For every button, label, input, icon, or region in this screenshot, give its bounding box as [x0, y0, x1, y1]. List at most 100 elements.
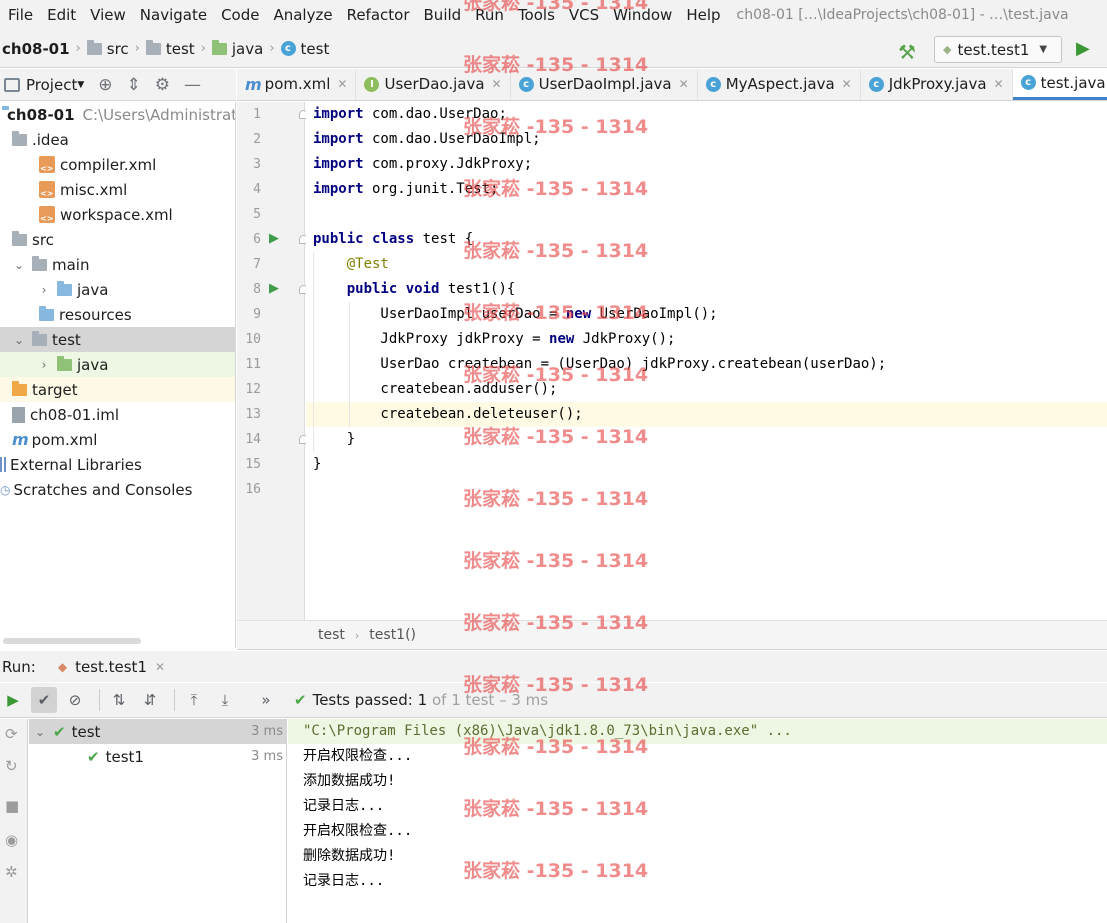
tree-row[interactable]: misc.xml [0, 177, 235, 202]
editor-tab[interactable]: c JdkProxy.java ✕ [861, 69, 1013, 100]
test-tree-row-method[interactable]: ✔ test1 3 ms [29, 744, 287, 769]
tree-row[interactable]: resources [0, 302, 235, 327]
rerun-icon[interactable]: ▶ [0, 687, 26, 713]
tree-row[interactable]: › java [0, 277, 235, 302]
line-number: 16 [245, 482, 261, 497]
editor-tab[interactable]: c MyAspect.java ✕ [698, 69, 861, 100]
menu-view[interactable]: View [82, 6, 132, 24]
test-tree-row-suite[interactable]: ⌄ ✔ test 3 ms [29, 719, 287, 744]
tree-row[interactable]: External Libraries [0, 452, 235, 477]
build-hammer-icon[interactable]: ⚒ [898, 40, 916, 64]
close-icon[interactable]: ✕ [155, 660, 165, 674]
more-chevron-icon[interactable]: » [253, 687, 279, 713]
run-tab[interactable]: ◆ test.test1 ✕ [58, 658, 165, 676]
tree-row[interactable]: target [0, 377, 235, 402]
code-editor[interactable]: import com.dao.UserDao; import com.dao.Us… [306, 102, 1107, 620]
chevron-right-icon[interactable]: › [37, 283, 51, 297]
breadcrumb-java[interactable]: java [211, 39, 263, 58]
breadcrumb-test-class[interactable]: c test [280, 40, 329, 58]
locate-crosshair-icon[interactable]: ⊕ [98, 75, 112, 95]
code-line: JdkProxy jdkProxy = new JdkProxy(); [306, 327, 1107, 352]
tree-row[interactable]: m pom.xml [0, 427, 235, 452]
run-play-icon[interactable]: ▶ [1076, 38, 1090, 59]
close-icon[interactable]: ✕ [994, 77, 1004, 91]
menu-tools[interactable]: Tools [510, 6, 561, 24]
camera-icon[interactable]: ◉ [5, 831, 18, 849]
code-token: public void [346, 281, 440, 297]
menu-file[interactable]: File [0, 6, 39, 24]
code-line: UserDao createbean = (UserDao) jdkProxy.… [306, 352, 1107, 377]
rerun-failed-icon[interactable]: ⟳ [5, 725, 18, 743]
breadcrumb-project[interactable]: ch08-01 [2, 40, 70, 58]
sort-alphabetically-icon[interactable]: ⇅ [106, 687, 132, 713]
gear-icon[interactable]: ⚙ [155, 75, 170, 95]
menu-edit[interactable]: Edit [39, 6, 82, 24]
chevron-right-icon[interactable]: › [37, 358, 51, 372]
check-icon: ✔ [53, 722, 66, 741]
show-ignored-icon[interactable]: ⊘ [62, 687, 88, 713]
editor-tab[interactable]: m pom.xml ✕ [237, 69, 357, 100]
tree-row[interactable]: ⌄ test [0, 327, 235, 352]
close-icon[interactable]: ✕ [679, 77, 689, 91]
tree-row[interactable]: workspace.xml [0, 202, 235, 227]
show-passed-check-icon[interactable]: ✔ [31, 687, 57, 713]
run-test-gutter-icon[interactable]: ▶ [269, 231, 279, 246]
tree-row[interactable]: compiler.xml [0, 152, 235, 177]
run-configuration-select[interactable]: ◆ test.test1 ▼ [934, 36, 1062, 63]
breadcrumb-test-folder[interactable]: test [145, 39, 195, 58]
chevron-down-icon[interactable]: ⌄ [12, 258, 26, 272]
collapse-all-icon[interactable]: ⤓ [212, 687, 238, 713]
menu-vcs[interactable]: VCS [561, 6, 605, 24]
editor-tab[interactable]: c test.java [1012, 69, 1107, 100]
close-icon[interactable]: ✕ [842, 77, 852, 91]
code-token: import [313, 106, 364, 122]
editor-breadcrumb-class[interactable]: test [318, 627, 345, 643]
menu-run[interactable]: Run [467, 6, 510, 24]
menu-build[interactable]: Build [416, 6, 468, 24]
test-suite-time: 3 ms [251, 724, 283, 739]
stop-icon[interactable]: ■ [5, 797, 19, 815]
menu-window[interactable]: Window [605, 6, 678, 24]
chevron-down-icon[interactable]: ⌄ [12, 333, 26, 347]
tree-row[interactable]: › java [0, 352, 235, 377]
menu-analyze[interactable]: Analyze [265, 6, 338, 24]
sort-by-duration-icon[interactable]: ⇵ [137, 687, 163, 713]
caret-down-icon[interactable]: ▼ [77, 80, 84, 90]
console-output[interactable]: "C:\Program Files (x86)\Java\jdk1.8.0_73… [288, 719, 1107, 923]
run-panel-label: Run: [2, 657, 36, 676]
menu-help[interactable]: Help [678, 6, 726, 24]
code-line: createbean.adduser(); [306, 377, 1107, 402]
excluded-folder-icon [12, 380, 27, 396]
project-view-title[interactable]: Project [26, 76, 77, 94]
tree-row[interactable]: ch08-01 C:\Users\Administrato [0, 102, 235, 127]
toggle-auto-test-icon[interactable]: ↻ [5, 757, 18, 775]
line-number: 10 [245, 332, 261, 347]
editor-gutter: 1 2 3 4 5 6 ▶ 7 8 ▶ 9 10 11 12 13 14 15 16 [237, 102, 308, 620]
breadcrumb-src[interactable]: src [86, 39, 129, 58]
menu-navigate[interactable]: Navigate [132, 6, 213, 24]
line-number: 2 [253, 132, 261, 147]
menu-code[interactable]: Code [213, 6, 265, 24]
editor-tab[interactable]: c UserDaoImpl.java ✕ [511, 69, 698, 100]
collapse-all-icon[interactable]: ⇕ [127, 75, 141, 95]
tree-row[interactable]: .idea [0, 127, 235, 152]
expand-all-icon[interactable]: ⤒ [181, 687, 207, 713]
tree-row[interactable]: ◷ Scratches and Consoles [0, 477, 235, 502]
editor-tab[interactable]: I UserDao.java ✕ [356, 69, 511, 100]
run-test-gutter-icon[interactable]: ▶ [269, 281, 279, 296]
horizontal-scrollbar[interactable] [3, 638, 141, 644]
menu-refactor[interactable]: Refactor [339, 6, 416, 24]
tree-row[interactable]: ch08-01.iml [0, 402, 235, 427]
tree-row[interactable]: ⌄ main [0, 252, 235, 277]
tree-row[interactable]: src [0, 227, 235, 252]
close-icon[interactable]: ✕ [337, 77, 347, 91]
folder-icon [145, 39, 161, 55]
status-count: 1 [417, 691, 428, 709]
chevron-down-icon[interactable]: ⌄ [33, 725, 47, 739]
close-icon[interactable]: ✕ [492, 77, 502, 91]
hide-panel-icon[interactable]: — [184, 75, 201, 95]
editor-breadcrumb-method[interactable]: test1() [369, 627, 416, 643]
line-number: 9 [253, 307, 261, 322]
settings-icon[interactable]: ✲ [5, 863, 18, 881]
breadcrumb-separator: › [134, 41, 140, 56]
